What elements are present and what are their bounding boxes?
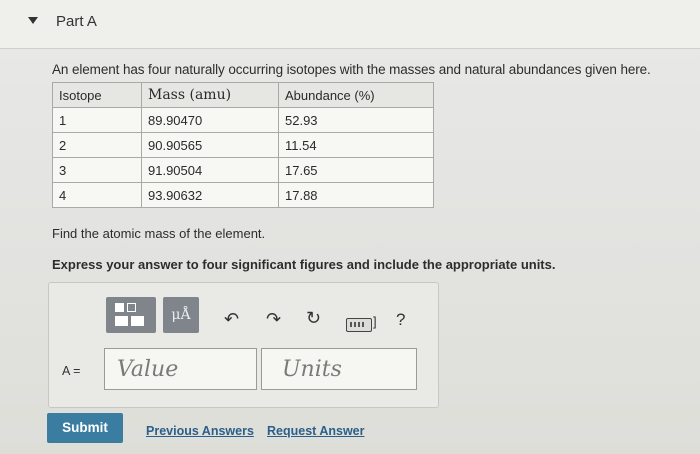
submit-button[interactable]: Submit <box>47 413 123 443</box>
header-divider <box>0 48 700 49</box>
variable-label: A = <box>62 364 81 378</box>
abundance-cell: 52.93 <box>278 107 434 133</box>
header-abundance: Abundance (%) <box>278 82 434 108</box>
isotope-table: Isotope Mass (amu) Abundance (%) 1 89.90… <box>52 82 434 208</box>
part-title[interactable]: Part A <box>56 13 97 30</box>
part-header <box>0 0 700 48</box>
answer-instruction: Express your answer to four significant … <box>52 257 556 272</box>
isotope-cell: 1 <box>52 107 142 133</box>
header-mass: Mass (amu) <box>141 82 279 108</box>
mass-cell: 93.90632 <box>141 182 279 208</box>
value-input[interactable]: Value <box>104 348 257 390</box>
keyboard-bracket: ] <box>373 314 377 329</box>
table-row: 4 93.90632 17.88 <box>52 182 434 208</box>
table-row: 2 90.90565 11.54 <box>52 132 434 158</box>
table-row: 3 91.90504 17.65 <box>52 157 434 183</box>
question-intro: An element has four naturally occurring … <box>52 62 651 77</box>
previous-answers-link[interactable]: Previous Answers <box>146 424 254 438</box>
header-isotope: Isotope <box>52 82 142 108</box>
mass-cell: 90.90565 <box>141 132 279 158</box>
table-header-row: Isotope Mass (amu) Abundance (%) <box>52 82 434 108</box>
help-button[interactable]: ? <box>396 310 405 330</box>
templates-button[interactable] <box>106 297 156 333</box>
units-input[interactable]: Units <box>261 348 417 390</box>
question-prompt: Find the atomic mass of the element. <box>52 226 266 241</box>
table-row: 1 89.90470 52.93 <box>52 107 434 133</box>
isotope-cell: 4 <box>52 182 142 208</box>
reset-icon[interactable]: ↻ <box>306 308 321 329</box>
mass-cell: 89.90470 <box>141 107 279 133</box>
redo-icon[interactable]: ↷ <box>266 309 281 330</box>
collapse-caret-icon[interactable] <box>28 17 38 24</box>
mass-cell: 91.90504 <box>141 157 279 183</box>
request-answer-link[interactable]: Request Answer <box>267 424 364 438</box>
abundance-cell: 17.65 <box>278 157 434 183</box>
abundance-cell: 11.54 <box>278 132 434 158</box>
isotope-cell: 3 <box>52 157 142 183</box>
undo-icon[interactable]: ↶ <box>224 309 239 330</box>
isotope-cell: 2 <box>52 132 142 158</box>
abundance-cell: 17.88 <box>278 182 434 208</box>
symbols-button[interactable]: μÅ <box>163 297 199 333</box>
keyboard-icon[interactable] <box>346 318 372 332</box>
